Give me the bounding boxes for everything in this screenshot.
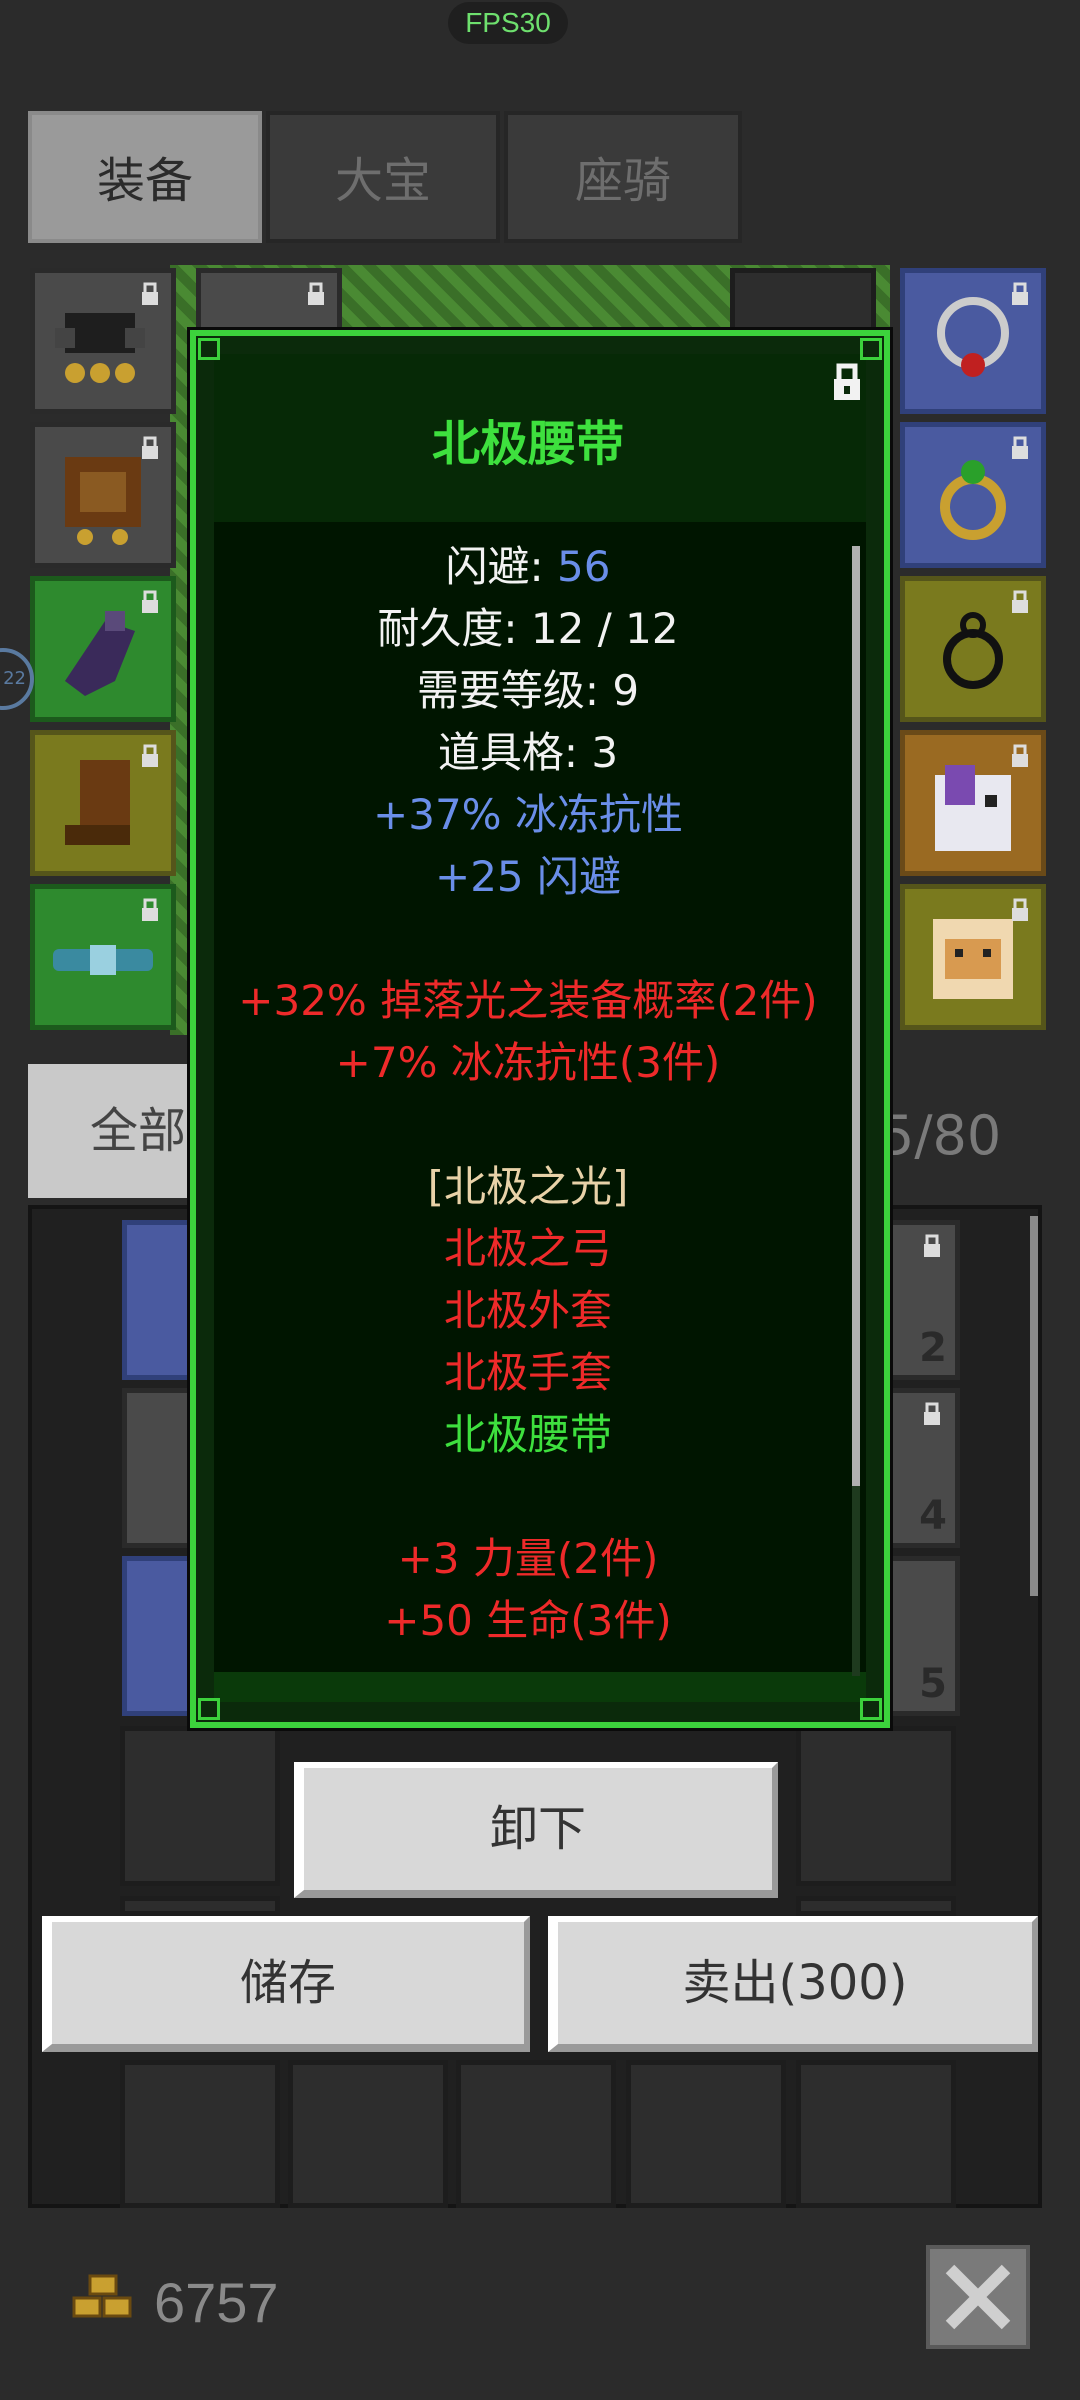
inventory-slot[interactable] [120, 1726, 280, 1886]
lock-icon [142, 898, 158, 921]
stat-label: 闪避: [445, 542, 558, 591]
unequip-button[interactable]: 卸下 [294, 1762, 778, 1898]
item-count: 5 [919, 1661, 947, 1707]
inventory-capacity: 5/80 [880, 1104, 1002, 1167]
set-item: 北极之弓 [443, 1224, 612, 1273]
lock-icon [142, 436, 158, 459]
inventory-slot[interactable] [456, 2060, 616, 2208]
bonus-line: +25 闪避 [435, 852, 621, 901]
equip-slot-helmet[interactable] [30, 268, 176, 414]
item-tooltip: 北极腰带 闪避: 56 耐久度: 12 / 12 需要等级: 9 道具格: 3 … [190, 330, 890, 1728]
inventory-slot[interactable] [120, 1896, 280, 1916]
lock-icon [142, 590, 158, 613]
inventory-slot[interactable] [120, 2060, 280, 2208]
tab-mount[interactable]: 座骑 [504, 111, 742, 243]
equip-slot-scroll[interactable] [900, 884, 1046, 1030]
tab-treasure[interactable]: 大宝 [266, 111, 500, 243]
lock-icon [308, 282, 324, 305]
fps-counter: FPS30 [448, 2, 568, 44]
equip-slot-gloves[interactable] [30, 576, 176, 722]
set-name: [北极之光] [427, 1162, 629, 1211]
item-count: 2 [919, 1325, 947, 1371]
sell-button[interactable]: 卖出(300) [548, 1916, 1038, 2052]
equip-slot-necklace[interactable] [900, 268, 1046, 414]
close-icon [945, 2264, 1011, 2330]
lock-icon [1012, 282, 1028, 305]
set-item: 北极手套 [443, 1348, 612, 1397]
gold-coins-icon [72, 2274, 132, 2318]
item-title: 北极腰带 [431, 416, 624, 472]
lock-icon [924, 1402, 940, 1425]
lock-icon [142, 744, 158, 767]
frame-corner [860, 338, 882, 360]
gold-amount: 6757 [154, 2271, 279, 2334]
lock-icon [1012, 898, 1028, 921]
set-bonus-line: +3 力量(2件) [397, 1534, 659, 1583]
frame-corner [198, 338, 220, 360]
item-count: 4 [919, 1493, 947, 1539]
set-item: 北极外套 [443, 1286, 612, 1335]
equip-slot-armor[interactable] [30, 422, 176, 568]
inventory-slot[interactable] [796, 1896, 956, 1916]
lock-icon [924, 1234, 940, 1257]
lock-icon [1012, 744, 1028, 767]
stat-item-slots: 道具格: 3 [437, 728, 619, 777]
equip-slot-belt[interactable] [30, 884, 176, 1030]
stat-required-level: 需要等级: 9 [416, 666, 640, 715]
set-bonus-line: +7% 冰冻抗性(3件) [335, 1038, 721, 1087]
side-indicator[interactable]: 22 [0, 648, 34, 710]
lock-icon [142, 282, 158, 305]
lock-icon [1012, 436, 1028, 459]
filter-all-button[interactable]: 全部 [28, 1064, 198, 1198]
stat-dodge: 闪避: 56 [196, 542, 860, 592]
tooltip-footer [214, 1672, 866, 1702]
inventory-slot[interactable] [796, 2060, 956, 2208]
equip-slot-boots[interactable] [30, 730, 176, 876]
lock-icon[interactable] [828, 362, 866, 402]
set-bonus-line: +50 生命(3件) [384, 1596, 672, 1645]
set-item-owned: 北极腰带 [443, 1410, 612, 1459]
store-button[interactable]: 储存 [42, 1916, 530, 2052]
stat-value: 56 [557, 542, 611, 591]
inventory-slot[interactable] [288, 2060, 448, 2208]
frame-corner [860, 1698, 882, 1720]
frame-corner [198, 1698, 220, 1720]
equip-slot-ring-1[interactable] [900, 422, 1046, 568]
stat-durability: 耐久度: 12 / 12 [377, 604, 679, 653]
inventory-slot[interactable] [796, 1726, 956, 1886]
equip-slot-ring-2[interactable] [900, 576, 1046, 722]
set-bonus-line: +32% 掉落光之装备概率(2件) [238, 976, 818, 1025]
lock-icon [1012, 590, 1028, 613]
inventory-scrollbar[interactable] [1030, 1216, 1038, 1596]
tab-equipment[interactable]: 装备 [28, 111, 262, 243]
inventory-slot[interactable] [626, 2060, 786, 2208]
bonus-line: +37% 冰冻抗性 [373, 790, 683, 839]
close-button[interactable] [926, 2245, 1030, 2349]
equip-slot-pet[interactable] [900, 730, 1046, 876]
